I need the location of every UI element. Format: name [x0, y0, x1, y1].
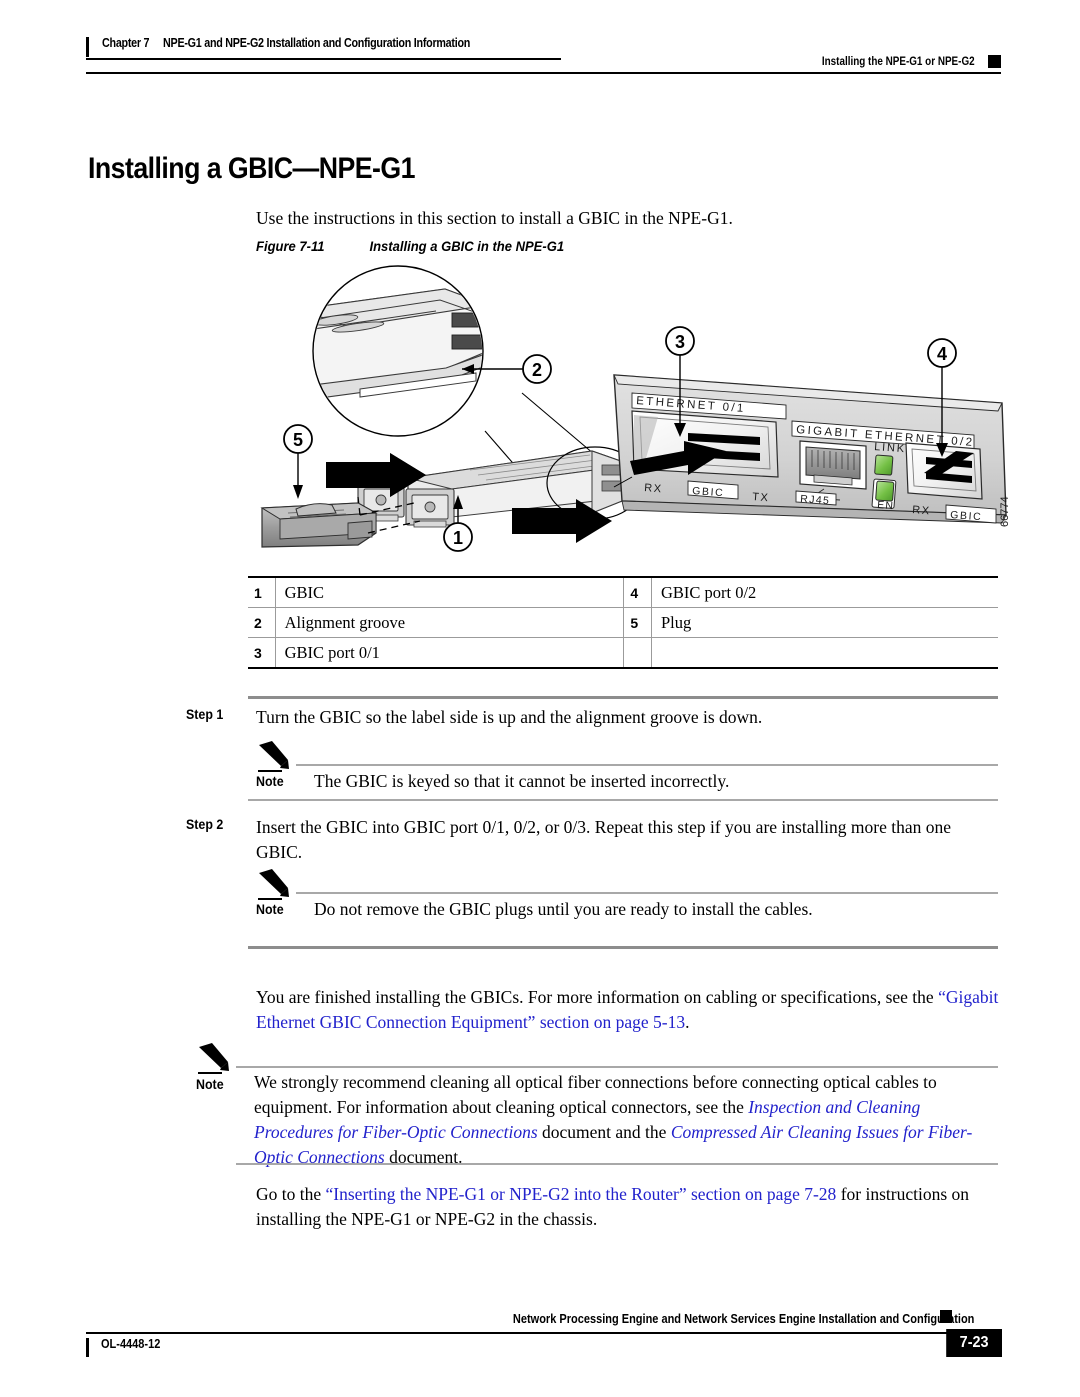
note-pencil-icon	[258, 741, 289, 772]
legend-num: 3	[248, 637, 276, 669]
svg-text:RJ45: RJ45	[800, 493, 831, 507]
table-row: 3 GBIC port 0/1	[248, 637, 998, 669]
legend-num: 2	[248, 607, 276, 638]
note-pencil-icon	[198, 1043, 229, 1074]
header-chapter-title: NPE-G1 and NPE-G2 Installation and Confi…	[163, 36, 471, 50]
figure-caption-text: Installing a GBIC in the NPE-G1	[369, 238, 565, 254]
legend-text	[651, 637, 998, 669]
step-2-label: Step 2	[186, 817, 224, 832]
closing-para1-pre: You are finished installing the GBICs. F…	[256, 987, 939, 1007]
note-3-rule-bottom	[236, 1163, 998, 1165]
svg-text:GBIC: GBIC	[950, 509, 983, 523]
faceplate-label-rx-right: RX	[912, 504, 931, 517]
note-2-rule-top	[296, 892, 998, 894]
legend-text: GBIC port 0/1	[275, 637, 625, 669]
legend-num: 1	[248, 576, 276, 608]
figure-callout-5: 5	[283, 424, 313, 499]
figure-illustration: 2 5 1 ETHERNET 0/1 RX GBIC TX 3 GIGABIT …	[240, 265, 1030, 565]
note-3-text: We strongly recommend cleaning all optic…	[254, 1070, 1002, 1170]
table-row: 2 Alignment groove 5 Plug	[248, 607, 998, 638]
closing-paragraph-1: You are finished installing the GBICs. F…	[256, 985, 1001, 1035]
svg-text:GBIC: GBIC	[692, 485, 725, 499]
footer-rule	[86, 1332, 958, 1334]
legend-num: 5	[623, 607, 652, 638]
note3-mid: document and the	[537, 1122, 671, 1142]
svg-text:1: 1	[453, 528, 463, 548]
header-rule-bottom	[86, 72, 1001, 74]
figure-number: Figure 7-11	[256, 238, 325, 254]
faceplate-label-tx-left: TX	[752, 491, 770, 504]
header-change-bar	[86, 37, 89, 57]
link-inserting-npe-into-router[interactable]: “Inserting the NPE-G1 or NPE-G2 into the…	[326, 1184, 837, 1204]
legend-text: Alignment groove	[275, 607, 625, 638]
page-title: Installing a GBIC—NPE-G1	[88, 152, 415, 186]
note-1-label: Note	[256, 774, 284, 789]
svg-text:5: 5	[293, 430, 303, 450]
closing-paragraph-2: Go to the “Inserting the NPE-G1 or NPE-G…	[256, 1182, 1001, 1232]
step-2-text: Insert the GBIC into GBIC port 0/1, 0/2,…	[256, 817, 952, 862]
header-square-marker	[988, 55, 1001, 68]
note-3-label: Note	[196, 1077, 224, 1092]
closing-para2-pre: Go to the	[256, 1184, 326, 1204]
note-1-rule-bottom	[248, 799, 998, 801]
figure-art-id: 66774	[999, 496, 1011, 527]
note-pencil-icon	[258, 869, 289, 900]
footer-change-bar	[86, 1338, 89, 1357]
legend-num	[623, 637, 652, 669]
header-chapter-number: Chapter 7	[102, 36, 150, 50]
intro-paragraph: Use the instructions in this section to …	[256, 207, 733, 228]
svg-text:2: 2	[532, 360, 542, 380]
footer-document-id: OL-4448-12	[101, 1337, 161, 1351]
note-1-text: The GBIC is keyed so that it cannot be i…	[314, 771, 730, 791]
legend-text: GBIC	[275, 576, 625, 608]
footer-page-number: 7-23	[946, 1329, 1002, 1357]
footer-document-title: Network Processing Engine and Network Se…	[512, 1312, 974, 1326]
legend-text: GBIC port 0/2	[651, 576, 998, 608]
note-2-label: Note	[256, 902, 284, 917]
note-2-text: Do not remove the GBIC plugs until you a…	[314, 899, 813, 919]
faceplate-label-link: LINK	[874, 441, 906, 455]
legend-text: Plug	[651, 607, 998, 638]
faceplate-label-en: EN	[877, 499, 895, 512]
figure-legend-table: 1 GBIC 4 GBIC port 0/2 2 Alignment groov…	[248, 576, 998, 669]
link-led	[874, 454, 894, 476]
figure-caption: Figure 7-11 Installing a GBIC in the NPE-…	[256, 238, 564, 254]
closing-para1-post: .	[685, 1012, 690, 1032]
header-rule-top	[86, 58, 561, 60]
step-1-text: Turn the GBIC so the label side is up an…	[256, 707, 763, 727]
header-chapter: Chapter 7 NPE-G1 and NPE-G2 Installation …	[102, 36, 470, 50]
svg-text:4: 4	[937, 344, 947, 364]
step-section-rule-bottom	[248, 946, 998, 949]
svg-text:3: 3	[675, 332, 685, 352]
page-header: Chapter 7 NPE-G1 and NPE-G2 Installation …	[0, 0, 1080, 90]
note-1-rule-top	[296, 764, 998, 766]
step-section-rule-top	[248, 696, 998, 699]
note-3-rule-top	[236, 1066, 998, 1068]
step-1-label: Step 1	[186, 707, 224, 722]
legend-num: 4	[623, 576, 652, 608]
table-row: 1 GBIC 4 GBIC port 0/2	[248, 576, 998, 608]
header-section-title: Installing the NPE-G1 or NPE-G2	[822, 56, 975, 68]
figure-faceplate: ETHERNET 0/1 RX GBIC TX 3 GIGABIT ETHERN…	[613, 326, 1007, 524]
footer-square-marker	[940, 1310, 952, 1323]
faceplate-label-rx-left: RX	[644, 482, 663, 495]
